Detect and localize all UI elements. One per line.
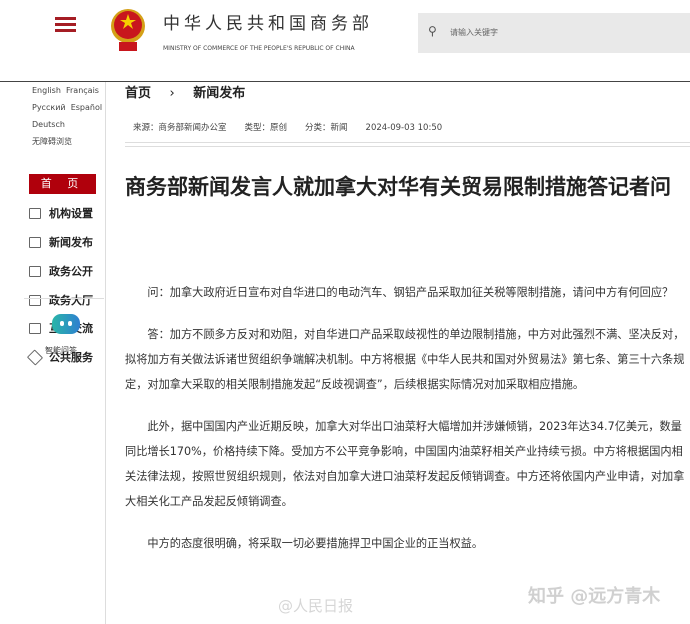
lang-german[interactable]: Deutsch [32,120,65,129]
language-links: English Français Русский Español Deutsch… [32,82,102,150]
search-input[interactable]: ⚲ 请输入关键字 [418,13,690,53]
lang-english[interactable]: English [32,86,61,95]
smart-qa-link[interactable]: 智能问答 [45,345,77,356]
divider [24,298,104,299]
sidebar-item-home[interactable]: 首 页 [29,174,96,194]
paragraph: 答：加方不顾多方反对和劝阻，对自华进口产品采取歧视性的单边限制措施，中方对此强烈… [125,328,685,391]
accessibility-link[interactable]: 无障碍浏览 [32,137,72,146]
category: 分类：新闻 [305,123,348,133]
divider [125,146,690,147]
article-title: 商务部新闻发言人就加拿大对华有关贸易限制措施答记者问 [125,175,671,199]
chevron-right-icon: › [169,86,175,101]
nav-label: 机构设置 [49,207,93,220]
paragraph: 此外，据中国国内产业近期反映，加拿大对华出口油菜籽大幅增加并涉嫌倾销，2023年… [125,420,685,508]
site-header: 中华人民共和国商务部 MINISTRY OF COMMERCE OF THE P… [0,0,690,82]
source: 来源：商务部新闻办公室 [133,123,227,133]
chat-icon [29,322,41,334]
sidebar-item-government-affairs[interactable]: 政务公开 [29,263,93,279]
nav-label: 政务大厅 [49,294,93,307]
article-meta: 来源：商务部新闻办公室 类型：原创 分类：新闻 2024-09-03 10:50 [133,121,460,133]
search-icon: ⚲ [428,24,437,38]
site-subtitle: MINISTRY OF COMMERCE OF THE PEOPLE'S REP… [163,45,355,52]
menu-icon[interactable] [55,17,76,32]
paragraph: 中方的态度很明确，将采取一切必要措施捍卫中国企业的正当权益。 [147,537,484,550]
grid-icon [29,207,41,219]
article-body: 问：加拿大政府近日宣布对自华进口的电动汽车、钢铝产品采取加征关税等限制措施，请问… [125,280,685,573]
nav-label: 政务公开 [49,265,93,278]
lang-spanish[interactable]: Español [71,103,102,112]
robot-icon[interactable] [52,314,80,334]
datetime: 2024-09-03 10:50 [365,123,443,133]
nav-label: 新闻发布 [49,236,93,249]
lang-french[interactable]: Français [66,86,99,95]
sidebar-item-news[interactable]: 新闻发布 [29,234,93,250]
paragraph: 问：加拿大政府近日宣布对自华进口的电动汽车、钢铝产品采取加征关税等限制措施，请问… [147,286,674,299]
sidebar-item-organization[interactable]: 机构设置 [29,205,93,221]
sidebar: English Français Русский Español Deutsch… [0,82,106,624]
monitor-icon [29,294,41,306]
divider [125,142,690,143]
weibo-watermark: @人民日报 [278,597,354,615]
search-placeholder: 请输入关键字 [450,28,498,37]
sidebar-item-service-hall[interactable]: 政务大厅 [29,292,93,308]
document-icon [29,265,41,277]
breadcrumb-home[interactable]: 首页 [125,82,151,101]
site-title: 中华人民共和国商务部 [163,14,373,34]
breadcrumb: 首页 › 新闻发布 [125,82,245,101]
breadcrumb-current[interactable]: 新闻发布 [193,82,245,101]
news-icon [29,236,41,248]
diamond-icon [26,348,44,366]
lang-russian[interactable]: Русский [32,103,66,112]
zhihu-watermark: 知乎 @远方青木 [528,586,661,607]
national-emblem-logo [111,9,145,51]
type: 类型：原创 [244,123,288,133]
